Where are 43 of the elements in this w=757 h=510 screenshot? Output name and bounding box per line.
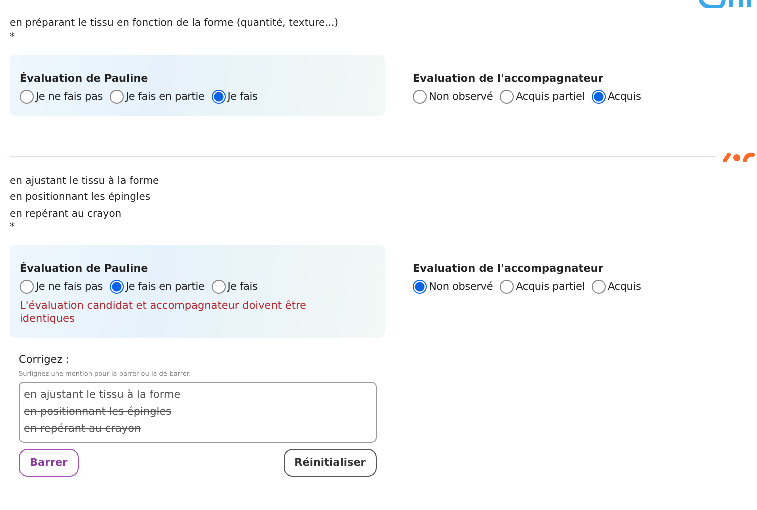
radio-button[interactable] [20,90,34,104]
radio-button[interactable] [110,90,124,104]
evaluation-title: Evaluation de l'accompagnateur [413,263,604,275]
option-label: Acquis partiel [516,90,585,102]
criterion-text: en préparant le tissu en fonction de la forme (quantité, texture...) [10,17,340,31]
radio-button[interactable] [592,280,606,294]
option-label: Non observé [429,90,494,102]
option-label: Acquis [608,90,642,102]
error-message: L'évaluation candidat et accompagnateur doivent être identiques [20,300,308,326]
evaluation-title: Évaluation de Pauline [20,72,150,84]
radio-button[interactable] [413,280,427,294]
strike-button[interactable]: Barrer [19,449,79,477]
option-label: Acquis partiel [516,281,585,293]
required-mark: * [10,223,16,233]
radio-button[interactable] [413,90,427,104]
criterion-text: en positionnant les épingles [10,191,152,205]
radio-button[interactable] [212,90,226,104]
option-label: Je ne fais pas [36,90,103,102]
mentions-box[interactable]: en ajustant le tissu à la forme en positionnant les épingles en repérant au crayon [19,382,377,443]
dots-decoration-icon [723,152,757,162]
option-label: Je fais [228,90,258,102]
correction-label: Corrigez : [19,354,71,366]
criterion-text: en ajustant le tissu à la forme [10,174,160,188]
evaluation-title: Évaluation de Pauline [20,263,150,275]
option-label: Je fais [228,281,258,293]
mention-text[interactable]: en repérant au crayon [24,421,372,438]
option-label: Non observé [429,281,494,293]
option-label: Je ne fais pas [36,281,103,293]
reset-button[interactable]: Réinitialiser [284,449,377,477]
required-mark: * [10,32,16,42]
radio-button[interactable] [110,280,124,294]
radio-button[interactable] [20,280,34,294]
option-label: Je fais en partie [126,90,205,102]
radio-button[interactable] [500,90,514,104]
radio-button[interactable] [500,280,514,294]
evaluation-title: Evaluation de l'accompagnateur [413,72,604,84]
option-label: Je fais en partie [126,281,205,293]
criterion-text: en repérant au crayon [10,208,123,222]
radio-button[interactable] [212,280,226,294]
radio-button[interactable] [592,90,606,104]
mention-text[interactable]: en ajustant le tissu à la forme [24,387,372,404]
mention-text[interactable]: en positionnant les épingles [24,404,372,421]
option-label: Acquis [608,281,642,293]
